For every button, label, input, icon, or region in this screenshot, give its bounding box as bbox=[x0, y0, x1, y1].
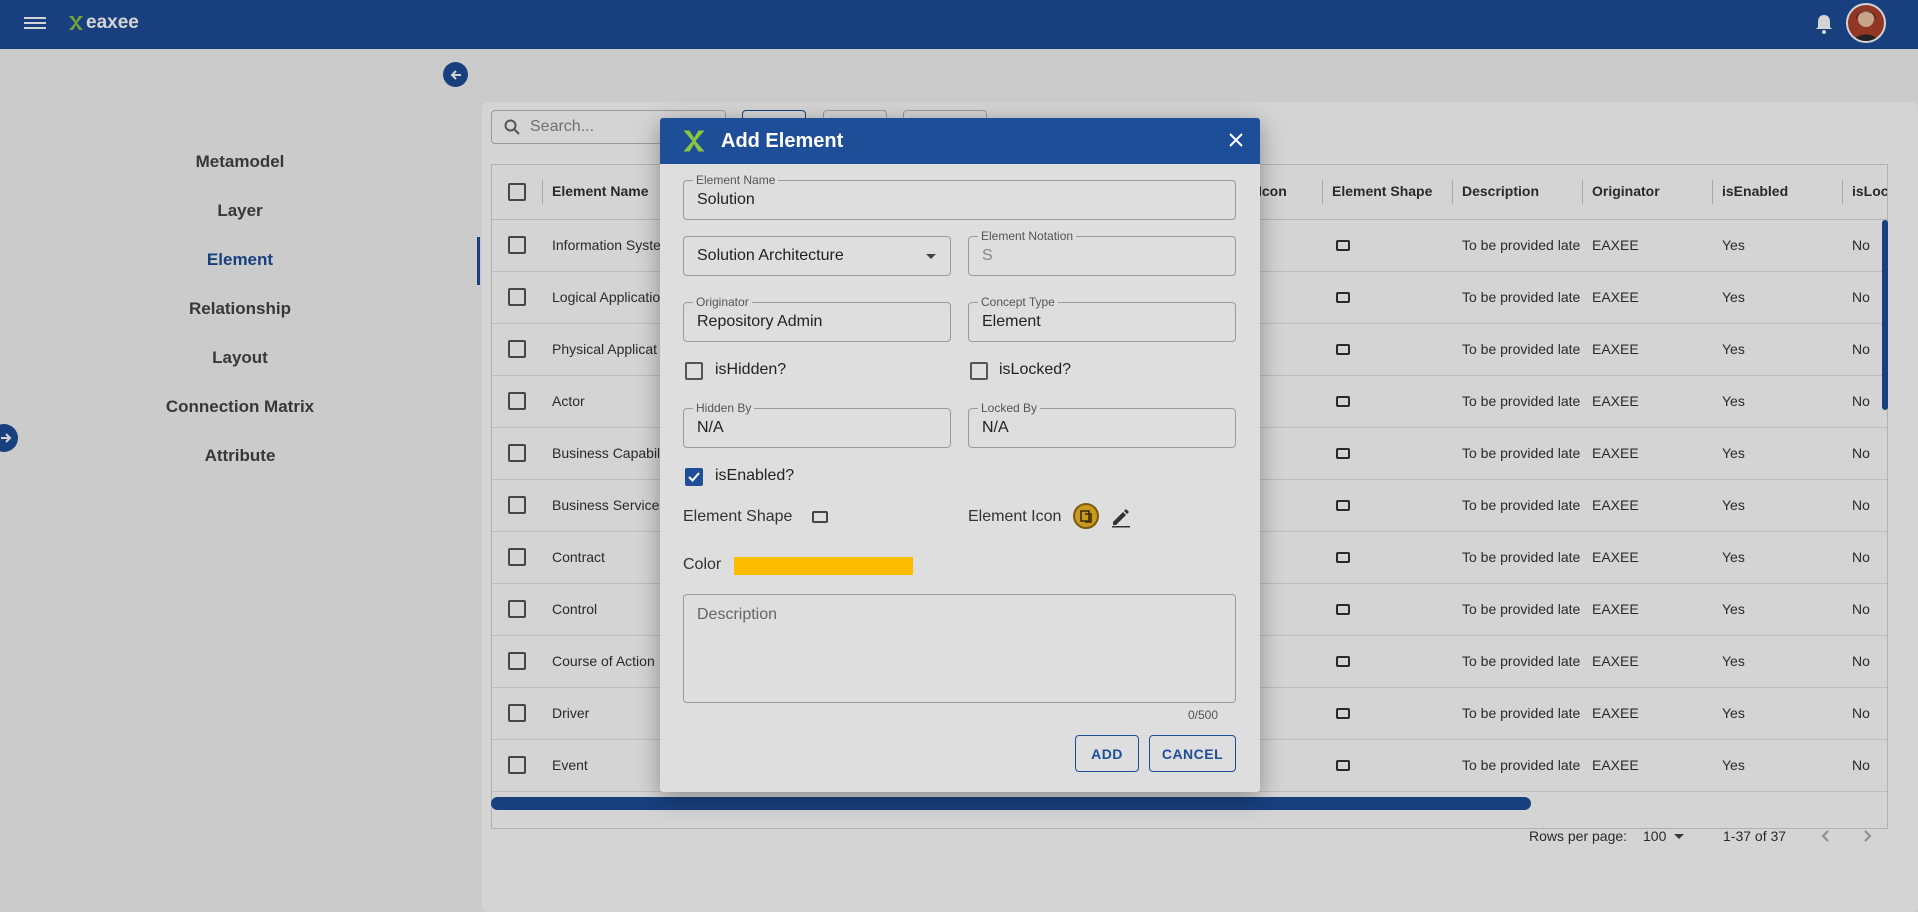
description-char-counter: 0/500 bbox=[1188, 708, 1219, 722]
eaxee-logo-icon bbox=[683, 130, 705, 152]
dropdown-arrow-icon bbox=[926, 254, 936, 259]
locked-by-field[interactable]: Locked By N/A bbox=[968, 401, 1236, 448]
close-icon[interactable] bbox=[1228, 132, 1244, 148]
layer-select[interactable]: Solution Architecture bbox=[683, 236, 951, 276]
is-hidden-checkbox[interactable] bbox=[685, 362, 703, 380]
concept-type-field[interactable]: Concept Type Element bbox=[968, 295, 1236, 342]
element-notation-label: Element Notation bbox=[978, 229, 1077, 243]
element-shape-label: Element Shape bbox=[683, 508, 793, 525]
is-enabled-checkbox[interactable] bbox=[685, 468, 703, 486]
checkmark-icon bbox=[688, 472, 700, 482]
is-enabled-label: isEnabled? bbox=[715, 467, 795, 484]
dialog-title: Add Element bbox=[721, 130, 844, 152]
concept-type-label: Concept Type bbox=[978, 295, 1058, 309]
concept-type-value: Element bbox=[982, 313, 1041, 330]
description-textarea[interactable]: Description bbox=[683, 594, 1236, 703]
color-label: Color bbox=[683, 556, 722, 573]
element-icon-label: Element Icon bbox=[968, 508, 1062, 525]
is-hidden-label: isHidden? bbox=[715, 361, 787, 378]
element-name-field[interactable]: Element Name Solution bbox=[683, 173, 1236, 220]
hidden-by-value: N/A bbox=[697, 419, 724, 436]
hidden-by-field[interactable]: Hidden By N/A bbox=[683, 401, 951, 448]
rectangle-shape-icon[interactable] bbox=[812, 511, 828, 523]
is-locked-checkbox[interactable] bbox=[970, 362, 988, 380]
hidden-by-label: Hidden By bbox=[693, 401, 755, 415]
element-name-value: Solution bbox=[697, 191, 755, 208]
is-locked-label: isLocked? bbox=[999, 361, 1072, 378]
originator-field[interactable]: Originator Repository Admin bbox=[683, 295, 951, 342]
element-name-label: Element Name bbox=[693, 173, 779, 187]
element-notation-value: S bbox=[982, 247, 993, 264]
dialog-header: Add Element bbox=[660, 118, 1260, 164]
add-element-dialog: Add Element Element Name Solution Soluti… bbox=[660, 118, 1260, 792]
edit-pencil-icon[interactable] bbox=[1110, 506, 1132, 528]
cancel-button[interactable]: CANCEL bbox=[1149, 735, 1236, 772]
layer-select-value: Solution Architecture bbox=[697, 247, 844, 264]
element-icon-preview[interactable] bbox=[1073, 503, 1099, 529]
coins-icon bbox=[1080, 510, 1092, 523]
description-placeholder: Description bbox=[697, 606, 778, 623]
originator-value: Repository Admin bbox=[697, 313, 823, 330]
color-swatch[interactable] bbox=[734, 557, 913, 575]
locked-by-label: Locked By bbox=[978, 401, 1041, 415]
originator-label: Originator bbox=[693, 295, 752, 309]
add-button[interactable]: ADD bbox=[1075, 735, 1139, 772]
element-notation-field[interactable]: Element Notation S bbox=[968, 229, 1236, 276]
locked-by-value: N/A bbox=[982, 419, 1009, 436]
